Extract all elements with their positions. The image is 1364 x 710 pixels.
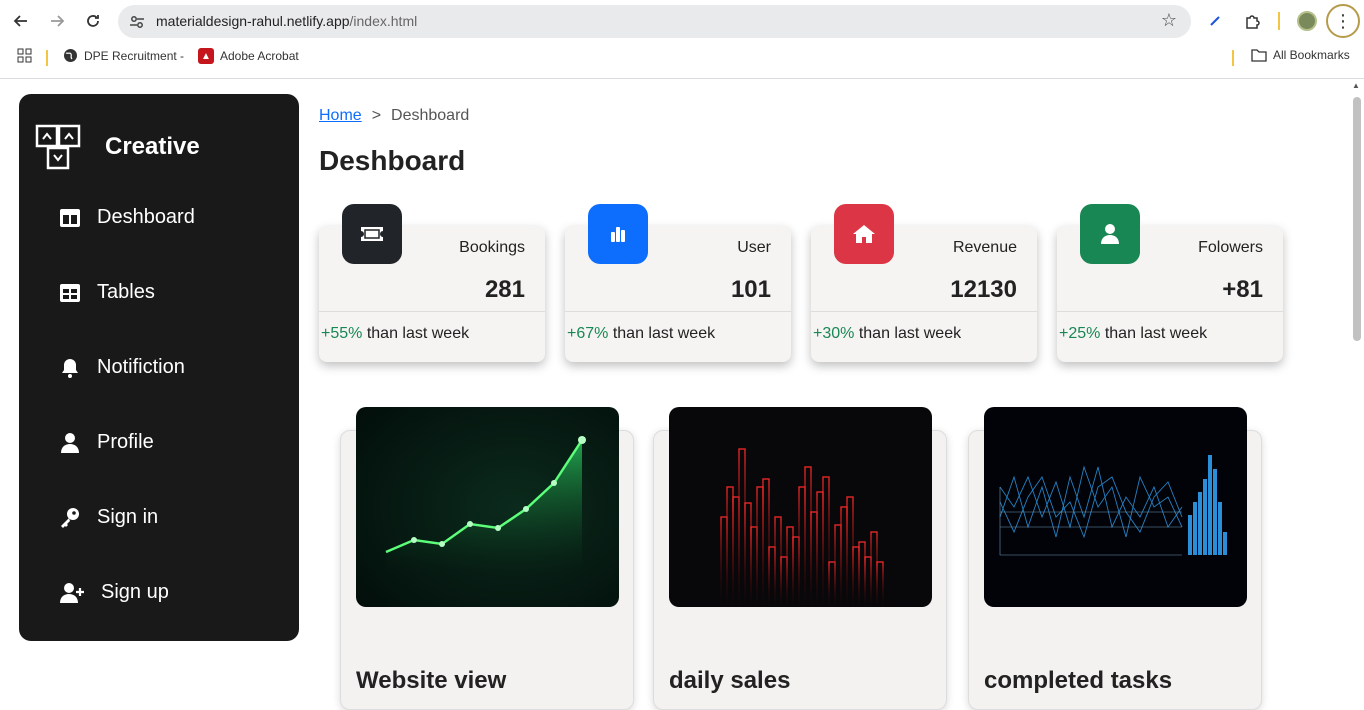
stat-footer: +55% than last week	[321, 325, 470, 342]
card-website-view[interactable]: Website view	[340, 407, 634, 710]
stat-footer: +67% than last week	[567, 325, 716, 342]
breadcrumb-current: Deshboard	[391, 107, 470, 124]
breadcrumb: Home > Deshboard	[319, 107, 469, 125]
dashboard-icon	[60, 208, 80, 227]
browser-chrome: materialdesign-rahul.netlify.app/index.h…	[0, 0, 1364, 79]
pen-icon[interactable]	[1204, 10, 1226, 32]
user-plus-icon	[60, 582, 84, 603]
stat-label: User	[737, 239, 771, 256]
brand-logo-icon	[35, 124, 81, 170]
stat-label: Revenue	[952, 239, 1017, 256]
card-daily-sales[interactable]: daily sales	[653, 407, 947, 710]
url-text: materialdesign-rahul.netlify.app/index.h…	[156, 13, 418, 29]
bookmarks-bar: DPE Recruitment - ▲ Adobe Acrobat All Bo…	[0, 44, 1364, 72]
reload-icon[interactable]	[80, 8, 106, 34]
stat-value: 281	[484, 276, 525, 303]
breadcrumb-separator: >	[371, 107, 382, 124]
card-title: Website view	[356, 667, 507, 694]
main-content: Home > Deshboard Deshboard Bookings 281 …	[319, 79, 1349, 710]
back-arrow-icon[interactable]	[8, 8, 34, 34]
brand-title: Creative	[105, 133, 200, 160]
card-title: daily sales	[669, 667, 791, 694]
address-bar[interactable]: materialdesign-rahul.netlify.app/index.h…	[118, 5, 1191, 38]
bell-icon	[62, 358, 78, 378]
breadcrumb-home[interactable]: Home	[319, 107, 362, 125]
all-bookmarks[interactable]: All Bookmarks	[1251, 48, 1350, 62]
user-icon	[61, 432, 79, 453]
scrollbar-thumb[interactable]	[1353, 97, 1361, 341]
stat-card-bookings[interactable]: Bookings 281 +55% than last week	[319, 204, 545, 362]
key-icon	[61, 507, 79, 528]
sidebar: Creative Deshboard Tables Notifiction Pr…	[19, 94, 299, 641]
stat-card-folowers[interactable]: Folowers +81 +25% than last week	[1057, 204, 1283, 362]
bookmark-label: Adobe Acrobat	[220, 49, 299, 63]
sidebar-item-tables[interactable]: Tables	[59, 281, 155, 304]
table-icon	[60, 283, 80, 302]
stat-footer: +25% than last week	[1059, 325, 1208, 342]
page-title: Deshboard	[319, 145, 466, 176]
globe-icon	[64, 49, 77, 62]
daily-sales-image	[669, 407, 932, 607]
person-icon	[1080, 204, 1140, 264]
bookmark-dpe[interactable]: DPE Recruitment -	[63, 48, 184, 63]
stat-footer: +30% than last week	[813, 325, 962, 342]
stat-card-user[interactable]: User 101 +67% than last week	[565, 204, 791, 362]
acrobat-icon: ▲	[198, 48, 214, 64]
bookmark-acrobat[interactable]: ▲ Adobe Acrobat	[198, 48, 299, 64]
forward-arrow-icon[interactable]	[44, 8, 70, 34]
stat-value: +81	[1222, 276, 1263, 303]
card-completed-tasks[interactable]: completed tasks	[968, 407, 1262, 710]
bar-chart-icon	[588, 204, 648, 264]
site-settings-icon[interactable]	[128, 13, 146, 31]
sidebar-item-sign-in[interactable]: Sign in	[59, 506, 158, 529]
brand[interactable]: Creative	[35, 124, 200, 170]
extensions-icon[interactable]	[1242, 10, 1264, 32]
stat-value: 12130	[950, 276, 1017, 303]
profile-avatar[interactable]	[1296, 10, 1318, 32]
ticket-icon	[342, 204, 402, 264]
sidebar-item-profile[interactable]: Profile	[59, 431, 154, 454]
home-icon	[834, 204, 894, 264]
folder-icon	[1251, 49, 1267, 62]
page-scrollbar[interactable]: ▲	[1349, 79, 1364, 686]
sidebar-item-dashboard[interactable]: Deshboard	[59, 206, 195, 229]
stat-label: Folowers	[1198, 239, 1263, 256]
menu-kebab-icon[interactable]: ⋮	[1326, 4, 1360, 38]
bookmark-label: DPE Recruitment -	[84, 48, 185, 63]
stat-value: 101	[730, 276, 771, 303]
bookmark-star-icon[interactable]: ☆	[1161, 10, 1177, 31]
sidebar-item-sign-up[interactable]: Sign up	[59, 581, 169, 604]
stat-label: Bookings	[459, 239, 525, 256]
sidebar-item-notifiction[interactable]: Notifiction	[59, 356, 185, 379]
stat-card-revenue[interactable]: Revenue 12130 +30% than last week	[811, 204, 1037, 362]
completed-tasks-image	[984, 407, 1247, 607]
card-title: completed tasks	[984, 667, 1173, 694]
website-view-image	[356, 407, 619, 607]
apps-grid-icon[interactable]	[17, 48, 32, 63]
